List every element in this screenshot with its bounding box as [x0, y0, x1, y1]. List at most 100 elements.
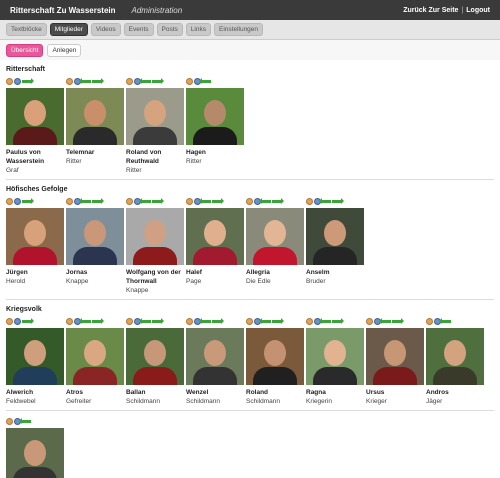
- move-left-icon[interactable]: [439, 318, 451, 324]
- move-left-icon[interactable]: [79, 318, 91, 324]
- tab-events[interactable]: Events: [123, 23, 154, 36]
- move-right-icon[interactable]: [272, 198, 284, 204]
- member-name[interactable]: Andros: [426, 388, 485, 397]
- move-left-icon[interactable]: [79, 198, 91, 204]
- member-photo[interactable]: [126, 208, 184, 265]
- member-photo[interactable]: [6, 88, 64, 145]
- move-right-icon[interactable]: [22, 318, 34, 324]
- tab-links[interactable]: Links: [185, 23, 211, 36]
- member-name[interactable]: Ursus: [366, 388, 425, 397]
- member-name[interactable]: Anselm: [306, 268, 365, 277]
- edit-person-icon[interactable]: [306, 318, 313, 325]
- member-name[interactable]: Ragna: [306, 388, 365, 397]
- move-left-icon[interactable]: [19, 418, 31, 424]
- edit-person-icon[interactable]: [66, 318, 73, 325]
- edit-person-icon[interactable]: [6, 78, 13, 85]
- move-right-icon[interactable]: [392, 318, 404, 324]
- move-right-icon[interactable]: [92, 318, 104, 324]
- site-brand[interactable]: Ritterschaft Zu Wasserstein: [10, 6, 116, 15]
- edit-person-icon[interactable]: [6, 318, 13, 325]
- subtab-create[interactable]: Anlegen: [47, 43, 82, 57]
- edit-person-icon[interactable]: [66, 78, 73, 85]
- member-name[interactable]: Ballan: [126, 388, 185, 397]
- edit-person-icon[interactable]: [186, 198, 193, 205]
- member-photo[interactable]: [246, 328, 304, 385]
- tab-videos[interactable]: Videos: [90, 23, 121, 36]
- member-photo[interactable]: [366, 328, 424, 385]
- move-right-icon[interactable]: [22, 78, 34, 84]
- move-right-icon[interactable]: [92, 198, 104, 204]
- member-icon[interactable]: [14, 318, 21, 325]
- move-left-icon[interactable]: [199, 198, 211, 204]
- member-photo[interactable]: [6, 328, 64, 385]
- member-photo[interactable]: [306, 208, 364, 265]
- member-name[interactable]: Wenzel: [186, 388, 245, 397]
- member-name[interactable]: Telemnar: [66, 148, 125, 157]
- move-left-icon[interactable]: [319, 318, 331, 324]
- member-photo[interactable]: [186, 328, 244, 385]
- move-left-icon[interactable]: [139, 78, 151, 84]
- member-photo[interactable]: [66, 328, 124, 385]
- edit-person-icon[interactable]: [426, 318, 433, 325]
- member-photo[interactable]: [126, 328, 184, 385]
- member-name[interactable]: Alwerich: [6, 388, 65, 397]
- move-left-icon[interactable]: [379, 318, 391, 324]
- tab-mitglieder[interactable]: Mitglieder: [49, 23, 88, 36]
- member-name[interactable]: Atros: [66, 388, 125, 397]
- edit-person-icon[interactable]: [126, 198, 133, 205]
- move-right-icon[interactable]: [332, 318, 344, 324]
- move-right-icon[interactable]: [272, 318, 284, 324]
- edit-person-icon[interactable]: [306, 198, 313, 205]
- member-name[interactable]: Jornas: [66, 268, 125, 277]
- move-left-icon[interactable]: [259, 318, 271, 324]
- subtab-overview[interactable]: Übersicht: [6, 43, 44, 57]
- tab-posts[interactable]: Posts: [156, 23, 183, 36]
- move-right-icon[interactable]: [152, 78, 164, 84]
- edit-person-icon[interactable]: [126, 78, 133, 85]
- move-left-icon[interactable]: [79, 78, 91, 84]
- member-photo[interactable]: [126, 88, 184, 145]
- member-name[interactable]: Roland von Reuthwald: [126, 148, 185, 166]
- edit-person-icon[interactable]: [186, 78, 193, 85]
- member-name[interactable]: Wolfgang von der Thornwall: [126, 268, 185, 286]
- move-right-icon[interactable]: [332, 198, 344, 204]
- back-to-site-link[interactable]: Zurück Zur Seite: [403, 7, 458, 14]
- move-left-icon[interactable]: [259, 198, 271, 204]
- move-right-icon[interactable]: [152, 198, 164, 204]
- tab-einstellungen[interactable]: Einstellungen: [214, 23, 264, 36]
- member-photo[interactable]: [246, 208, 304, 265]
- member-photo[interactable]: [186, 208, 244, 265]
- edit-person-icon[interactable]: [126, 318, 133, 325]
- member-icon[interactable]: [14, 198, 21, 205]
- move-right-icon[interactable]: [212, 318, 224, 324]
- move-left-icon[interactable]: [199, 78, 211, 84]
- member-name[interactable]: Paulus von Wasserstein: [6, 148, 65, 166]
- member-photo[interactable]: [6, 208, 64, 265]
- member-name[interactable]: Jürgen: [6, 268, 65, 277]
- member-name[interactable]: Allegria: [246, 268, 305, 277]
- member-icon[interactable]: [14, 78, 21, 85]
- member-name[interactable]: Roland: [246, 388, 305, 397]
- move-left-icon[interactable]: [139, 198, 151, 204]
- edit-person-icon[interactable]: [186, 318, 193, 325]
- move-right-icon[interactable]: [22, 198, 34, 204]
- move-left-icon[interactable]: [139, 318, 151, 324]
- member-name[interactable]: Halef: [186, 268, 245, 277]
- logout-link[interactable]: Logout: [466, 7, 490, 14]
- member-photo[interactable]: [66, 208, 124, 265]
- move-right-icon[interactable]: [212, 198, 224, 204]
- edit-person-icon[interactable]: [6, 198, 13, 205]
- edit-person-icon[interactable]: [246, 318, 253, 325]
- edit-person-icon[interactable]: [246, 198, 253, 205]
- move-right-icon[interactable]: [152, 318, 164, 324]
- move-left-icon[interactable]: [319, 198, 331, 204]
- member-name[interactable]: Hagen: [186, 148, 245, 157]
- move-right-icon[interactable]: [92, 78, 104, 84]
- member-photo[interactable]: [306, 328, 364, 385]
- member-photo[interactable]: [6, 428, 64, 478]
- member-photo[interactable]: [66, 88, 124, 145]
- member-photo[interactable]: [426, 328, 484, 385]
- move-left-icon[interactable]: [199, 318, 211, 324]
- tab-textbl-cke[interactable]: Textblöcke: [6, 23, 47, 36]
- edit-person-icon[interactable]: [66, 198, 73, 205]
